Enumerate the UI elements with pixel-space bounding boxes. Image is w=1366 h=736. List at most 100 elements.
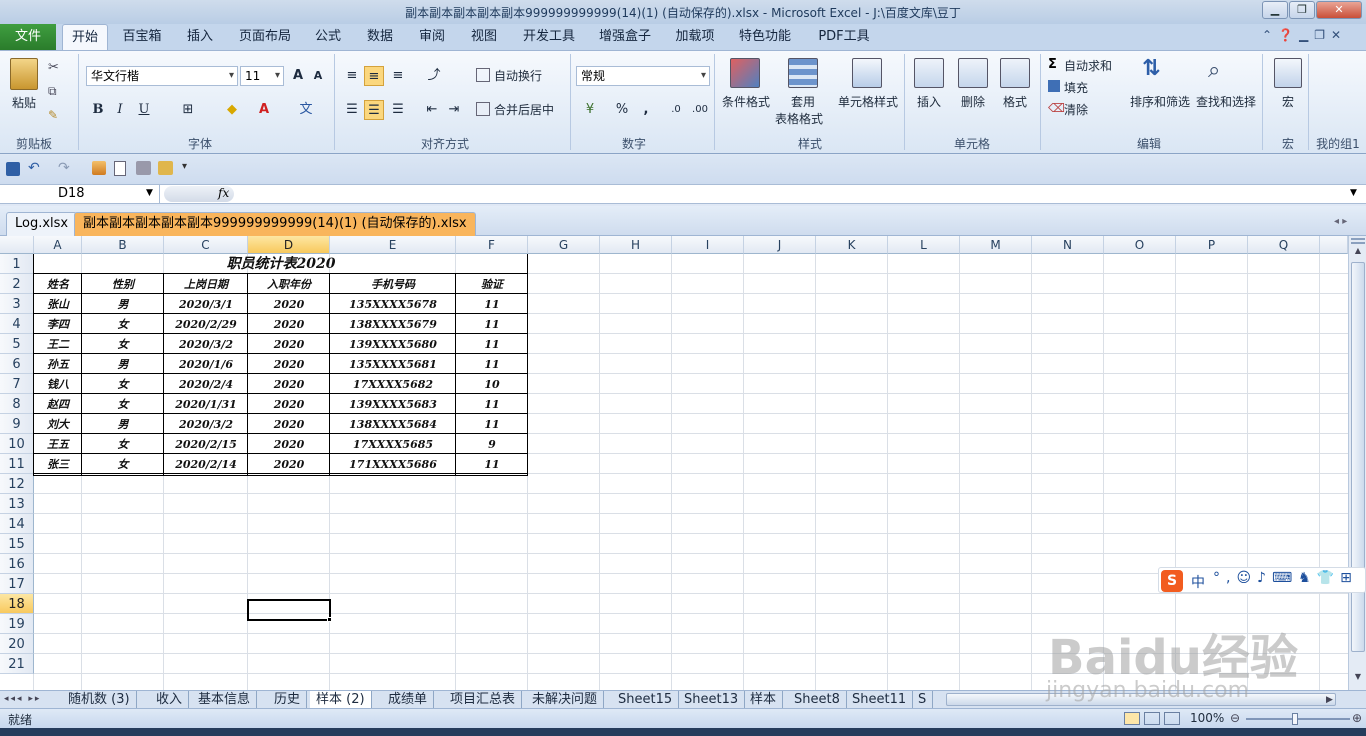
tab-view[interactable]: 视图	[464, 24, 504, 50]
paste-icon[interactable]	[10, 58, 38, 90]
macro-icon[interactable]	[1274, 58, 1302, 88]
name-box-dropdown-icon[interactable]: ▼	[146, 188, 153, 198]
column-header[interactable]: B	[82, 236, 164, 254]
row-header[interactable]: 4	[0, 314, 34, 334]
data-cell[interactable]: 135XXXX5678	[330, 294, 456, 314]
number-format-combo[interactable]: 常规	[576, 66, 710, 86]
column-header[interactable]: J	[744, 236, 816, 254]
data-cell[interactable]: 2020	[248, 394, 330, 414]
sheet-tab[interactable]: Sheet8	[788, 691, 847, 709]
data-cell[interactable]: 2020/2/4	[164, 374, 248, 394]
data-cell[interactable]: 17XXXX5685	[330, 434, 456, 454]
cell-styles-icon[interactable]	[852, 58, 882, 88]
data-cell[interactable]: 张山	[34, 294, 82, 314]
sort-filter-label[interactable]: 排序和筛选	[1128, 93, 1192, 110]
header-cell[interactable]: 性别	[82, 274, 164, 294]
sheet-tab[interactable]: Sheet13	[678, 691, 746, 709]
sheet-nav-arrows[interactable]: ◂◂◂ ▸▸	[4, 691, 41, 708]
column-header[interactable]: I	[672, 236, 744, 254]
data-cell[interactable]: 2020/2/15	[164, 434, 248, 454]
data-cell[interactable]: 10	[456, 374, 528, 394]
header-cell[interactable]: 验证	[456, 274, 528, 294]
scroll-up-icon[interactable]: ▲	[1351, 246, 1365, 260]
align-left-icon[interactable]: ☰	[342, 100, 362, 120]
data-cell[interactable]: 2020	[248, 434, 330, 454]
header-cell[interactable]: 姓名	[34, 274, 82, 294]
column-header[interactable]: G	[528, 236, 600, 254]
header-cell[interactable]: 手机号码	[330, 274, 456, 294]
save-icon[interactable]	[6, 162, 20, 176]
row-header[interactable]: 15	[0, 534, 34, 554]
increase-decimal-icon[interactable]: .0	[666, 100, 686, 120]
currency-icon[interactable]: ¥	[580, 100, 600, 120]
data-cell[interactable]: 2020/2/29	[164, 314, 248, 334]
workbook-tab-active[interactable]: 副本副本副本副本副本999999999999(14)(1) (自动保存的).xl…	[74, 212, 476, 236]
find-select-icon[interactable]: ⌕	[1208, 58, 1238, 88]
align-top-icon[interactable]: ≡	[342, 66, 362, 86]
data-cell[interactable]: 女	[82, 434, 164, 454]
table-title[interactable]: 职员统计表2020	[34, 254, 528, 274]
sogou-logo-icon[interactable]: S	[1161, 570, 1183, 592]
format-as-table-label-2[interactable]: 表格格式	[772, 110, 826, 127]
row-header[interactable]: 3	[0, 294, 34, 314]
data-cell[interactable]: 11	[456, 454, 528, 474]
data-cell[interactable]: 2020	[248, 454, 330, 474]
data-cell[interactable]: 2020	[248, 334, 330, 354]
fill-handle[interactable]	[327, 617, 332, 622]
column-header[interactable]: F	[456, 236, 528, 254]
row-header[interactable]: 8	[0, 394, 34, 414]
redo-icon[interactable]: ↷	[58, 160, 70, 176]
sheet-tab[interactable]: 收入	[150, 691, 190, 709]
autosum-icon[interactable]: Σ	[1048, 57, 1057, 72]
row-header[interactable]: 2	[0, 274, 34, 294]
row-header[interactable]: 14	[0, 514, 34, 534]
insert-function-button[interactable]: fx	[218, 186, 229, 200]
conditional-format-icon[interactable]	[730, 58, 760, 88]
column-header-partial[interactable]	[1320, 236, 1348, 254]
macro-label[interactable]: 宏	[1274, 93, 1302, 110]
grow-font-icon[interactable]: A	[288, 66, 308, 86]
paste-label[interactable]: 粘贴	[6, 94, 42, 111]
data-cell[interactable]: 王五	[34, 434, 82, 454]
row-header[interactable]: 13	[0, 494, 34, 514]
header-cell[interactable]: 上岗日期	[164, 274, 248, 294]
data-cell[interactable]: 女	[82, 314, 164, 334]
align-center-icon[interactable]: ☰	[364, 100, 384, 120]
column-header[interactable]: C	[164, 236, 248, 254]
header-cell[interactable]: 入职年份	[248, 274, 330, 294]
row-header-selected[interactable]: 18	[0, 594, 34, 614]
zoom-in-icon[interactable]: ⊕	[1352, 711, 1362, 725]
tab-addins[interactable]: 加载项	[668, 24, 722, 50]
column-header[interactable]: N	[1032, 236, 1104, 254]
increase-indent-icon[interactable]: ⇥	[444, 100, 464, 120]
data-cell[interactable]: 11	[456, 314, 528, 334]
comma-button[interactable]: ,	[636, 100, 656, 120]
row-header[interactable]: 9	[0, 414, 34, 434]
new-document-icon[interactable]	[114, 161, 126, 176]
page-layout-view-icon[interactable]	[1144, 712, 1160, 725]
data-cell[interactable]: 2020/3/1	[164, 294, 248, 314]
sort-filter-icon[interactable]: ⇅	[1142, 56, 1174, 88]
fill-icon[interactable]	[1048, 80, 1060, 92]
data-cell[interactable]: 孙五	[34, 354, 82, 374]
ribbon-help-controls[interactable]: ⌃❓▁❐✕	[1262, 28, 1362, 46]
tab-features[interactable]: 特色功能	[732, 24, 798, 50]
tab-enhance-box[interactable]: 增强盒子	[592, 24, 658, 50]
data-cell[interactable]: 赵四	[34, 394, 82, 414]
data-cell[interactable]: 2020	[248, 294, 330, 314]
active-cell-cursor[interactable]	[247, 599, 331, 621]
folder-icon[interactable]	[158, 161, 173, 175]
percent-button[interactable]: %	[612, 100, 632, 120]
vertical-scrollbar[interactable]: ▲ ▼	[1348, 236, 1366, 690]
copy-icon[interactable]: ⧉	[48, 84, 66, 100]
borders-icon[interactable]: ⊞	[178, 100, 198, 120]
merge-center-icon[interactable]	[476, 102, 490, 116]
data-cell[interactable]: 女	[82, 334, 164, 354]
row-header[interactable]: 6	[0, 354, 34, 374]
column-header-selected[interactable]: D	[248, 236, 330, 254]
conditional-format-label[interactable]: 条件格式	[718, 93, 774, 110]
minimize-button[interactable]: ▁	[1262, 1, 1288, 19]
sheet-tab[interactable]: 成绩单	[382, 691, 435, 709]
data-cell[interactable]: 2020	[248, 414, 330, 434]
row-header[interactable]: 20	[0, 634, 34, 654]
